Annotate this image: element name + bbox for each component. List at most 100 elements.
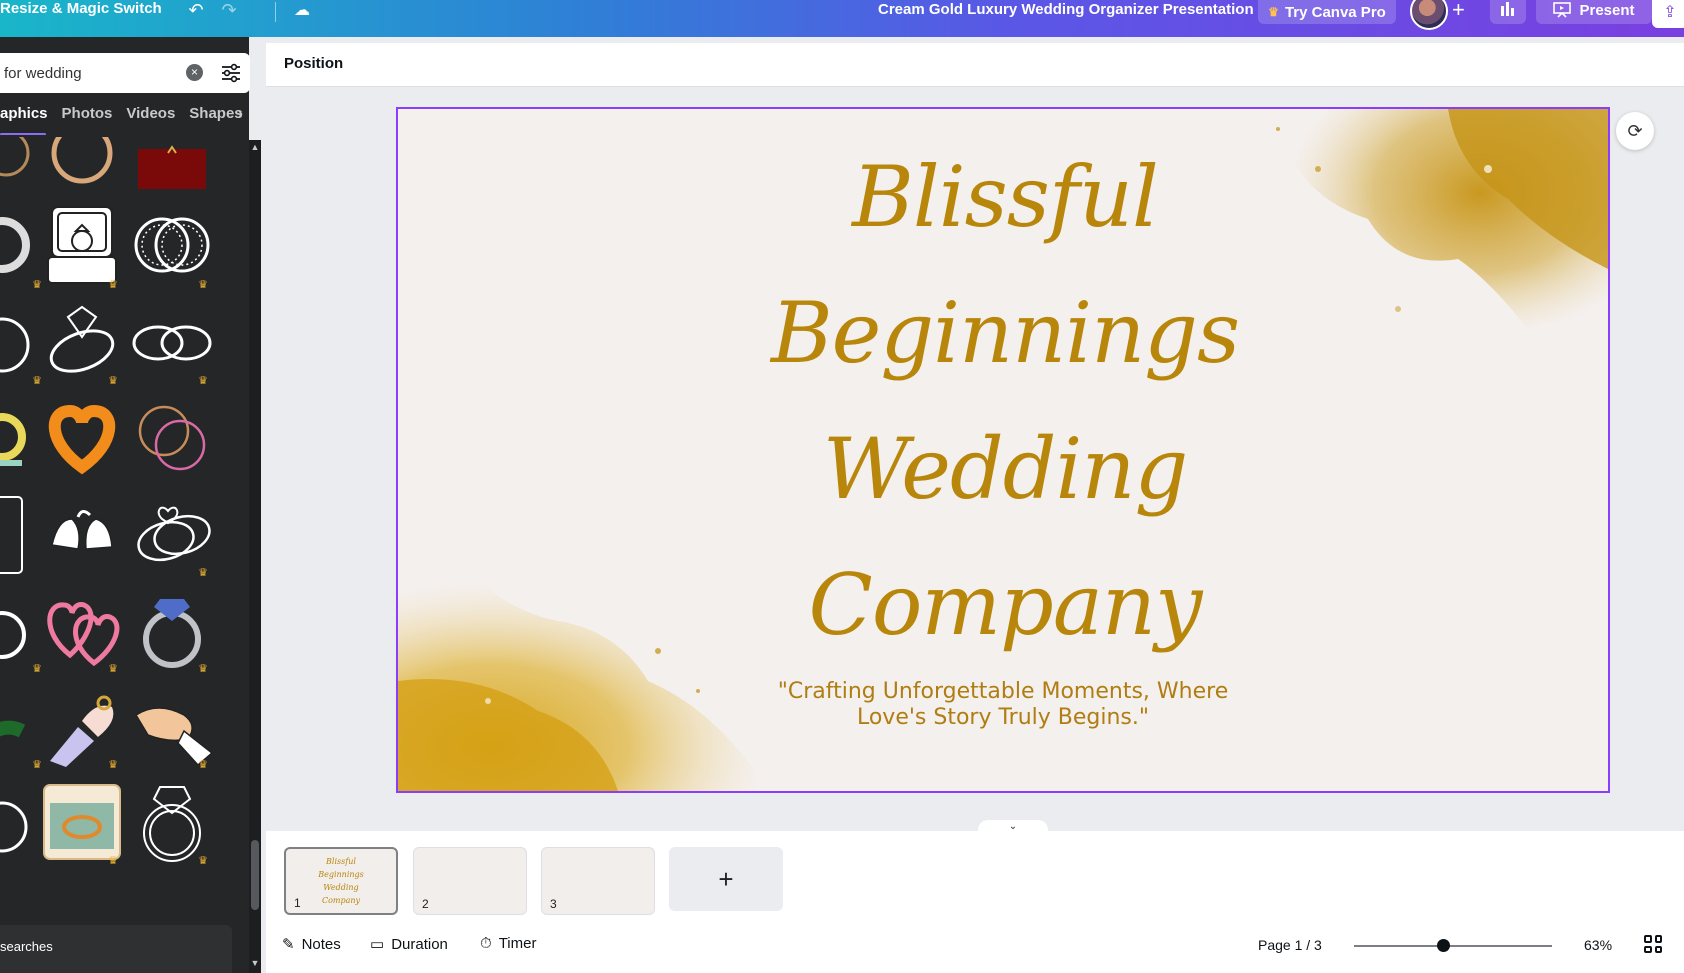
present-icon	[1553, 2, 1572, 18]
graphic-item[interactable]: ♛	[126, 679, 218, 771]
graphic-item[interactable]	[36, 137, 128, 199]
scroll-down-icon[interactable]: ▼	[250, 958, 260, 968]
premium-crown-icon: ♛	[198, 855, 208, 867]
page-thumbnail[interactable]: Blissful Beginnings Wedding Company 1	[284, 847, 398, 915]
premium-crown-icon: ♛	[108, 759, 118, 771]
context-toolbar: Position	[266, 43, 1684, 87]
title-line: Beginnings	[770, 284, 1240, 382]
tab-graphics[interactable]: aphics	[0, 105, 48, 135]
ring-box-icon	[47, 206, 117, 284]
graphic-item[interactable]: ♛	[126, 487, 218, 579]
avatar[interactable]	[1410, 0, 1448, 30]
thumbnail-title-line: Company	[321, 896, 361, 905]
document-title[interactable]: Cream Gold Luxury Wedding Organizer Pres…	[878, 1, 1254, 18]
notes-button[interactable]: ✎ Notes	[282, 935, 341, 954]
cloud-saved-icon[interactable]: ☁	[290, 0, 314, 20]
page-thumbnail[interactable]: 3	[541, 847, 655, 915]
premium-crown-icon: ♛	[108, 279, 118, 291]
graphic-item[interactable]	[36, 391, 128, 483]
sapphire-ring-icon	[143, 599, 201, 668]
thumbnail-title-line: Beginnings	[318, 870, 364, 879]
share-icon: ⇪	[1663, 4, 1677, 21]
chevron-right-icon[interactable]: ›	[238, 105, 243, 122]
thumbnail-preview: Blissful Beginnings Wedding Company	[286, 855, 396, 907]
graphic-item[interactable]	[126, 137, 218, 199]
search-box: ×	[0, 53, 250, 93]
page-number: 1	[294, 896, 301, 910]
graphic-item[interactable]: ♛	[36, 679, 128, 771]
premium-crown-icon: ♛	[198, 375, 208, 387]
top-toolbar: Resize & Magic Switch ↶ ↷ ☁ Cream Gold L…	[0, 0, 1684, 37]
premium-crown-icon: ♛	[198, 759, 208, 771]
diamond-ring-icon	[49, 305, 115, 373]
recent-searches[interactable]: searches	[0, 925, 232, 973]
search-input[interactable]	[4, 53, 174, 93]
tab-photos[interactable]: Photos	[62, 105, 113, 135]
graphic-item[interactable]: ♛	[36, 583, 128, 675]
thumbnail-title-line: Blissful	[326, 857, 356, 866]
scroll-up-icon[interactable]: ▲	[250, 142, 260, 152]
hide-pages-button[interactable]: ⌄	[978, 820, 1048, 832]
premium-crown-icon: ♛	[108, 375, 118, 387]
rose-gold-rings-icon	[138, 405, 206, 471]
analytics-button[interactable]	[1490, 0, 1526, 24]
zoom-value[interactable]: 63%	[1584, 937, 1612, 953]
graphic-item[interactable]: ♛	[36, 295, 128, 387]
panel-scrollbar[interactable]: ▲ ▼	[249, 140, 261, 973]
timer-button[interactable]: ⏱ Timer	[480, 935, 536, 952]
elements-panel: × aphics Photos Videos Shapes › ♛ ♛ ♛ ♛ …	[0, 37, 250, 973]
zoom-slider-handle[interactable]	[1437, 939, 1451, 952]
title-line: Blissful	[852, 148, 1159, 246]
duration-icon: ▭	[370, 936, 385, 953]
title-line: Company	[808, 556, 1203, 654]
add-page-button[interactable]: +	[669, 847, 783, 911]
title-line: Wedding	[822, 420, 1188, 518]
graphic-item[interactable]	[36, 487, 128, 579]
try-canva-pro-button[interactable]: ♛ Try Canva Pro	[1258, 0, 1396, 24]
graphic-item[interactable]: ♛	[126, 775, 218, 867]
ring-icon	[51, 137, 113, 184]
try-canva-pro-label: Try Canva Pro	[1284, 3, 1386, 21]
wedding-bands-icon	[132, 325, 212, 361]
graphic-item[interactable]: ♛	[126, 583, 218, 675]
chevron-down-icon: ⌄	[1008, 821, 1018, 832]
tab-videos[interactable]: Videos	[126, 105, 175, 135]
grid-view-icon[interactable]	[1644, 935, 1662, 953]
share-button[interactable]: ⇪	[1652, 0, 1684, 28]
add-collaborator-icon[interactable]: +	[1452, 0, 1465, 23]
crown-icon: ♛	[1268, 5, 1279, 19]
position-button[interactable]: Position	[284, 55, 343, 72]
notes-label: Notes	[301, 935, 341, 953]
graphic-item[interactable]: ♛	[36, 199, 128, 291]
undo-icon[interactable]: ↶	[184, 0, 208, 20]
gift-box-icon	[138, 145, 206, 189]
recent-searches-label: searches	[0, 939, 53, 954]
slide-canvas[interactable]: Blissful Beginnings Wedding Company "Cra…	[396, 107, 1610, 793]
tab-shapes[interactable]: Shapes	[189, 105, 242, 135]
graphic-item[interactable]	[126, 391, 218, 483]
duration-button[interactable]: ▭ Duration	[370, 935, 448, 954]
heart-rings-icon	[137, 506, 211, 562]
filter-icon[interactable]	[220, 62, 242, 84]
active-tab-indicator	[0, 133, 46, 135]
slide-subtitle[interactable]: "Crafting Unforgettable Moments, Where L…	[758, 679, 1248, 731]
page-thumbnail[interactable]: 2	[413, 847, 527, 915]
toolbar-divider	[275, 2, 276, 22]
clear-search-icon[interactable]: ×	[186, 64, 203, 81]
slide-title[interactable]: Blissful Beginnings Wedding Company	[398, 129, 1608, 673]
refresh-button[interactable]: ⟳	[1616, 112, 1654, 150]
zoom-slider[interactable]	[1354, 945, 1552, 947]
graphic-item[interactable]: ♛	[126, 199, 218, 291]
present-button[interactable]: Present	[1536, 0, 1652, 24]
page-number: 2	[422, 897, 429, 911]
graphic-item[interactable]: ♛	[126, 295, 218, 387]
redo-icon[interactable]: ↷	[217, 0, 241, 20]
premium-crown-icon: ♛	[198, 279, 208, 291]
scrollbar-thumb[interactable]	[251, 840, 259, 910]
duration-label: Duration	[391, 935, 448, 953]
timer-label: Timer	[498, 935, 537, 952]
graphic-item[interactable]: ♛	[36, 775, 128, 867]
resize-magic-switch-button[interactable]: Resize & Magic Switch	[0, 0, 162, 17]
page-number: 3	[550, 897, 557, 911]
page-indicator[interactable]: Page 1 / 3	[1258, 937, 1322, 953]
